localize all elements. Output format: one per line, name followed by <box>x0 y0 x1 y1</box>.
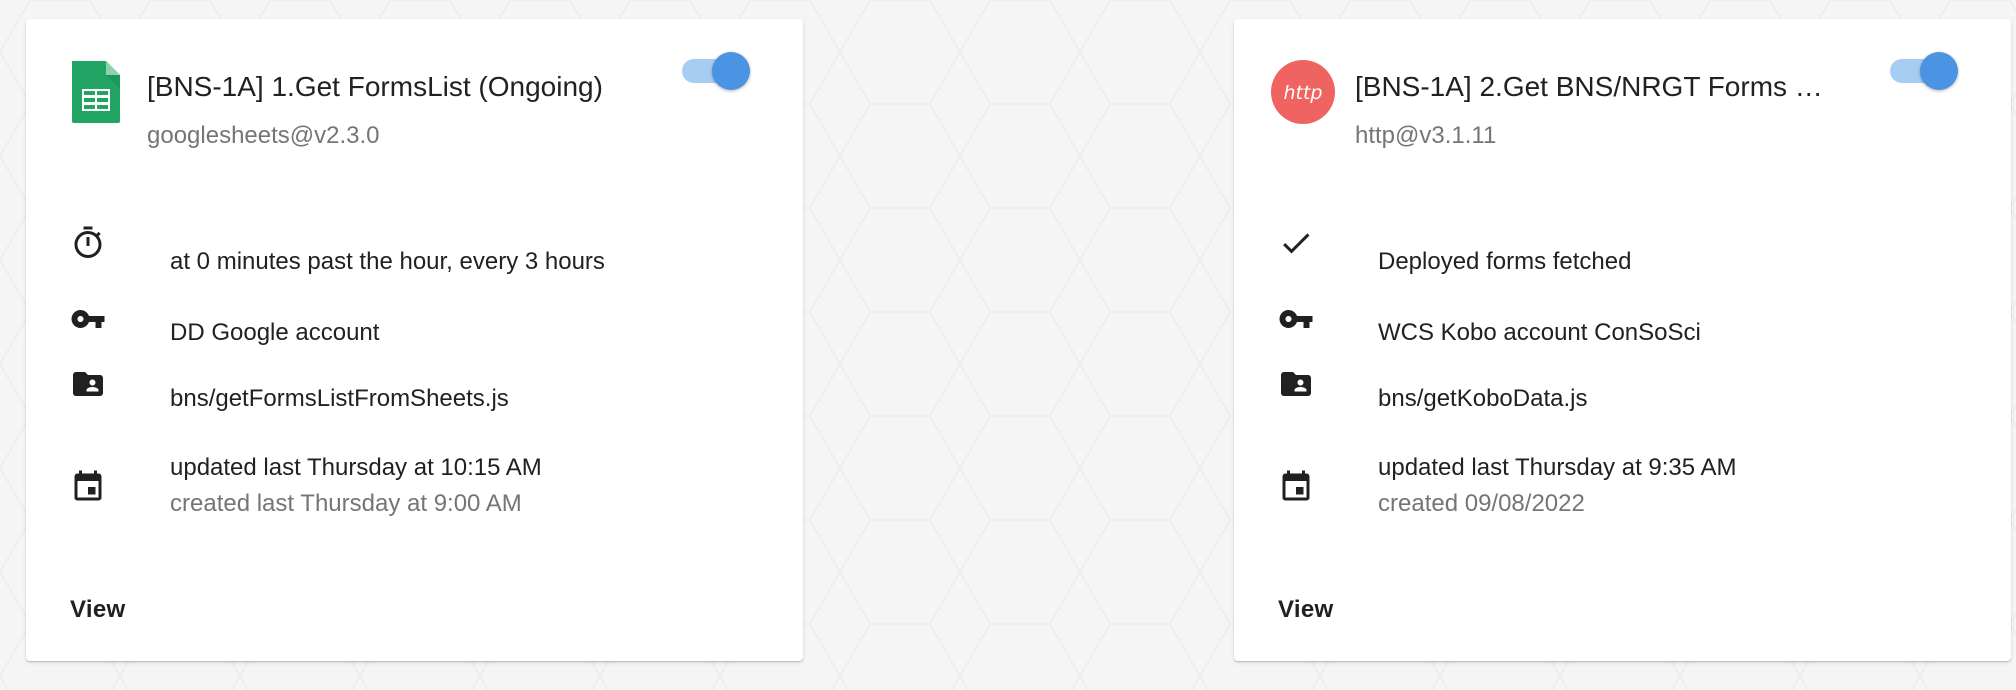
check-icon <box>1283 233 1310 254</box>
enable-toggle[interactable] <box>1888 49 1958 90</box>
workflow-title: [BNS-1A] 2.Get BNS/NRGT Forms (Ongoing) <box>1355 71 1825 102</box>
folder-shared-icon <box>1281 372 1311 396</box>
created-text: created 09/08/2022 <box>1378 490 1585 517</box>
status-text: Deployed forms fetched <box>1378 248 1632 275</box>
enable-toggle[interactable] <box>680 49 750 90</box>
http-icon: http <box>1270 59 1336 125</box>
workflow-card: [BNS-1A] 1.Get FormsList (Ongoing) googl… <box>26 19 803 661</box>
schedule-text: at 0 minutes past the hour, every 3 hour… <box>170 248 605 275</box>
calendar-icon <box>74 470 102 501</box>
updated-text: updated last Thursday at 9:35 AM <box>1378 454 1737 481</box>
google-sheets-icon <box>72 61 120 123</box>
script-path: bns/getFormsListFromSheets.js <box>170 385 509 412</box>
toggle-thumb <box>712 52 750 90</box>
created-text: created last Thursday at 9:00 AM <box>170 490 522 517</box>
app-version: http@v3.1.11 <box>1355 122 1497 149</box>
updated-text: updated last Thursday at 10:15 AM <box>170 454 542 481</box>
key-icon <box>71 310 105 328</box>
key-icon <box>1279 310 1313 328</box>
workflow-title: [BNS-1A] 1.Get FormsList (Ongoing) <box>147 71 603 102</box>
credential-text: DD Google account <box>170 319 380 346</box>
toggle-thumb <box>1920 52 1958 90</box>
script-path: bns/getKoboData.js <box>1378 385 1588 412</box>
folder-shared-icon <box>73 372 103 396</box>
view-button[interactable]: View <box>1278 595 1333 625</box>
http-logo-text: http <box>1283 82 1322 104</box>
calendar-icon <box>1282 470 1310 501</box>
app-version: googlesheets@v2.3.0 <box>147 122 380 149</box>
workflow-card: http [BNS-1A] 2.Get BNS/NRGT Forms (Ongo… <box>1234 19 2011 661</box>
credential-text: WCS Kobo account ConSoSci <box>1378 319 1701 346</box>
timer-icon <box>74 226 102 258</box>
view-button[interactable]: View <box>70 595 125 625</box>
